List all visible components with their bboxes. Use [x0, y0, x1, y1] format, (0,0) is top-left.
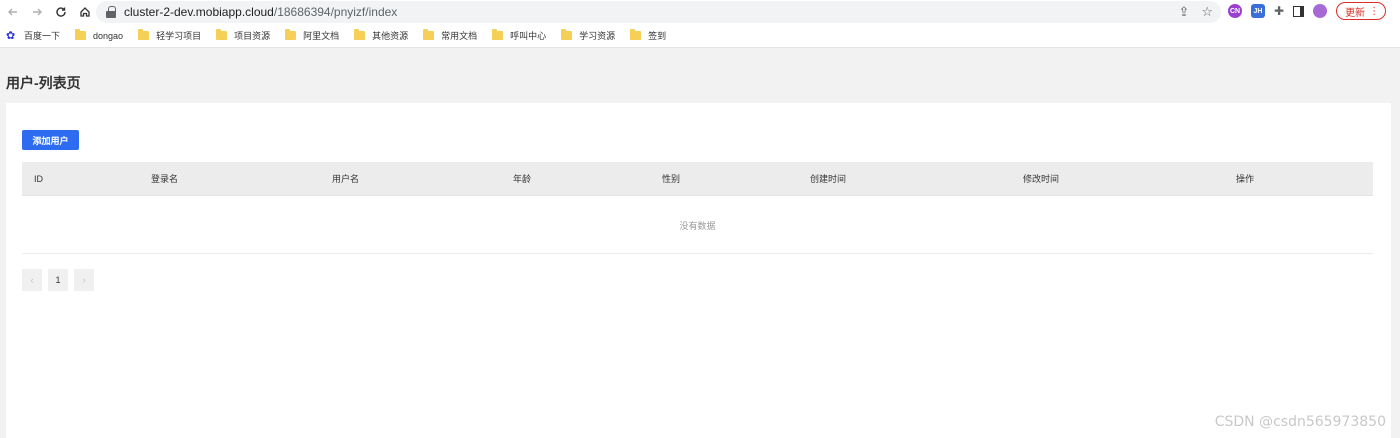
bookmark-label: 其他资源	[372, 31, 409, 41]
bookmark-label: 轻学习项目	[156, 31, 202, 41]
folder-icon	[561, 29, 573, 40]
watermark: CSDN @csdn565973850	[1214, 414, 1386, 430]
bookmark-light-learning[interactable]: 轻学习项目	[138, 29, 201, 42]
share-icon[interactable]: ⇪	[1178, 4, 1189, 20]
folder-icon	[138, 29, 150, 40]
column-header-username: 用户名	[332, 174, 360, 184]
folder-icon	[75, 29, 87, 40]
bookmark-project-resources[interactable]: 项目资源	[216, 29, 270, 42]
bookmarks-bar: ✿ 百度一下 dongao 轻学习项目 项目资源 阿里文档 其他资源 常用文档 呼…	[0, 24, 1400, 48]
column-header-login-name: 登录名	[151, 174, 179, 184]
folder-icon	[285, 29, 297, 40]
bookmark-label: 阿里文档	[303, 31, 340, 41]
profile-avatar[interactable]	[1313, 4, 1328, 18]
bookmark-dongao[interactable]: dongao	[75, 29, 124, 41]
bookmark-other-resources[interactable]: 其他资源	[354, 29, 408, 42]
bookmark-call-center[interactable]: 呼叫中心	[492, 29, 546, 42]
table-header: ID 登录名 用户名 年龄 性别 创建时间 修改时间 操作	[22, 162, 1373, 196]
side-panel-icon[interactable]	[1293, 5, 1305, 17]
star-icon[interactable]: ☆	[1201, 4, 1213, 20]
forward-arrow-icon[interactable]	[26, 1, 48, 23]
column-header-gender: 性别	[662, 174, 681, 184]
kebab-menu-icon: ⋮	[1369, 5, 1380, 17]
puzzle-icon[interactable]: ✚	[1274, 4, 1284, 18]
url-path: /18686394/pnyizf/index	[273, 5, 398, 19]
list-card: 添加用户 ID 登录名 用户名 年龄 性别 创建时间 修改时间 操作 没有数据 …	[6, 103, 1391, 438]
bookmark-label: 常用文档	[441, 31, 478, 41]
bookmark-label: 项目资源	[234, 31, 271, 41]
column-header-created-time: 创建时间	[810, 174, 847, 184]
home-icon[interactable]	[74, 1, 96, 23]
bookmark-label: 百度一下	[24, 31, 61, 41]
page-title: 用户-列表页	[6, 75, 81, 91]
pagination-prev-button[interactable]: ‹	[22, 269, 42, 291]
bookmark-common-docs[interactable]: 常用文档	[423, 29, 477, 42]
pagination-next-button[interactable]: ›	[74, 269, 94, 291]
folder-icon	[216, 29, 228, 40]
page-content: 用户-列表页 添加用户 ID 登录名 用户名 年龄 性别 创建时间 修改时间 操…	[0, 49, 1400, 438]
bookmark-sign-in[interactable]: 签到	[630, 29, 666, 42]
update-button[interactable]: 更新 ⋮	[1336, 2, 1387, 20]
baidu-paw-icon: ✿	[6, 29, 16, 42]
user-table: ID 登录名 用户名 年龄 性别 创建时间 修改时间 操作 没有数据	[22, 162, 1373, 254]
column-header-age: 年龄	[513, 174, 532, 184]
add-user-button[interactable]: 添加用户	[22, 130, 79, 150]
folder-icon	[630, 29, 642, 40]
empty-table-row: 没有数据	[22, 196, 1373, 254]
back-arrow-icon[interactable]	[2, 1, 24, 23]
bookmark-ali-docs[interactable]: 阿里文档	[285, 29, 339, 42]
bookmark-baidu[interactable]: ✿ 百度一下	[6, 29, 60, 42]
address-bar[interactable]: cluster-2-dev.mobiapp.cloud/18686394/pny…	[96, 1, 1221, 23]
jh-extension-icon[interactable]: JH	[1251, 4, 1265, 18]
empty-text: 没有数据	[679, 221, 716, 231]
reload-icon[interactable]	[50, 1, 72, 23]
column-header-id: ID	[34, 174, 43, 184]
bookmark-label: 学习资源	[579, 31, 616, 41]
bookmark-label: 呼叫中心	[510, 31, 547, 41]
folder-icon	[354, 29, 366, 40]
column-header-modified-time: 修改时间	[1023, 174, 1060, 184]
update-label: 更新	[1345, 7, 1366, 19]
column-header-actions: 操作	[1236, 174, 1255, 184]
browser-toolbar: cluster-2-dev.mobiapp.cloud/18686394/pny…	[0, 0, 1400, 24]
pagination: ‹ 1 ›	[22, 269, 94, 291]
bookmark-label: dongao	[93, 30, 124, 41]
lock-icon	[106, 6, 116, 18]
folder-icon	[492, 29, 504, 40]
bookmark-label: 签到	[648, 31, 667, 41]
url-host: cluster-2-dev.mobiapp.cloud	[124, 5, 274, 19]
pagination-page-1[interactable]: 1	[48, 269, 68, 291]
folder-icon	[423, 29, 435, 40]
bookmark-learning-resources[interactable]: 学习资源	[561, 29, 615, 42]
cn-extension-icon[interactable]: CN	[1228, 4, 1242, 18]
